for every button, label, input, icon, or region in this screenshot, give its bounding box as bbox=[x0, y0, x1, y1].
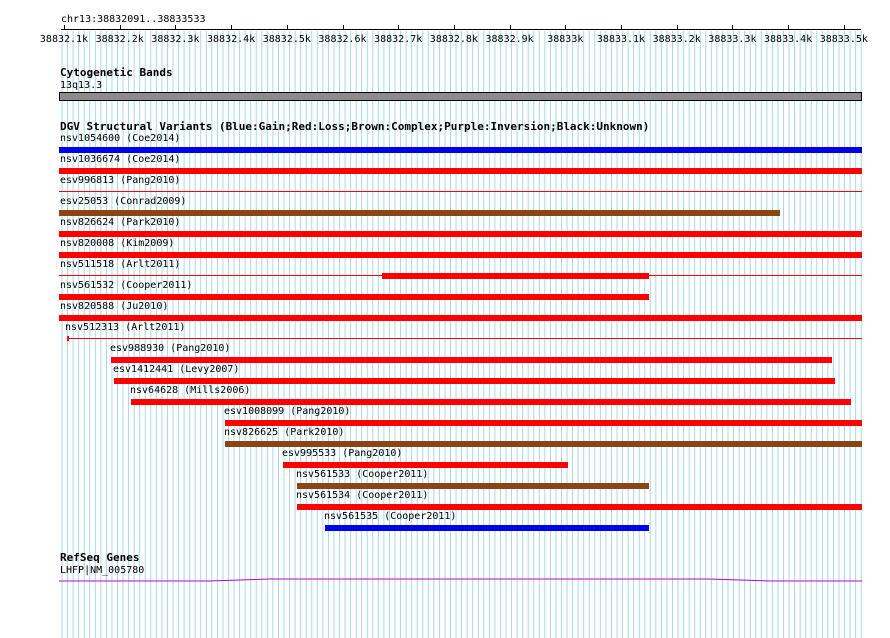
dgv-feature-label[interactable]: nsv512313 (Arlt2011) bbox=[65, 322, 185, 334]
dgv-feature-label[interactable]: esv996813 (Pang2010) bbox=[60, 175, 180, 187]
dgv-feature-label[interactable]: esv25053 (Conrad2009) bbox=[60, 196, 186, 208]
dgv-feature-cap bbox=[67, 336, 69, 341]
ruler-tick-mark bbox=[732, 25, 734, 30]
ruler-tick-label: 38833.5k bbox=[819, 34, 868, 45]
ruler-tick-label: 38833.4k bbox=[764, 34, 813, 45]
dgv-feature-bar[interactable] bbox=[225, 441, 862, 447]
ruler-tick-mark bbox=[342, 25, 344, 30]
dgv-feature-label[interactable]: esv1412441 (Levy2007) bbox=[113, 364, 239, 376]
ruler-tick-mark bbox=[286, 25, 288, 30]
ruler-tick-label: 38832.7k bbox=[374, 34, 423, 45]
dgv-feature-label[interactable]: nsv64628 (Mills2006) bbox=[130, 385, 250, 397]
dgv-feature-bar[interactable] bbox=[59, 315, 862, 321]
ruler-tick-label: 38833.2k bbox=[652, 34, 701, 45]
dgv-feature-label[interactable]: nsv826625 (Park2010) bbox=[224, 427, 344, 439]
dgv-feature-label[interactable]: esv1008099 (Pang2010) bbox=[224, 406, 350, 418]
dgv-feature-bar[interactable] bbox=[283, 462, 568, 468]
dgv-feature-label[interactable]: nsv561534 (Cooper2011) bbox=[296, 490, 428, 502]
dgv-feature-bar[interactable] bbox=[59, 168, 862, 174]
dgv-feature-label[interactable]: nsv561532 (Cooper2011) bbox=[60, 280, 192, 292]
dgv-feature-bar[interactable] bbox=[59, 147, 862, 153]
ruler-tick-label: 38833.1k bbox=[596, 34, 646, 45]
refseq-track-title: RefSeq Genes bbox=[60, 551, 140, 564]
dgv-feature-label[interactable]: nsv561533 (Cooper2011) bbox=[296, 469, 428, 481]
ruler-tick-label: 38832.2k bbox=[95, 34, 144, 45]
dgv-feature-label[interactable]: nsv561535 (Cooper2011) bbox=[324, 511, 456, 523]
dgv-feature-bar[interactable] bbox=[297, 483, 649, 489]
dgv-feature-span-line[interactable] bbox=[67, 338, 862, 339]
dgv-feature-label[interactable]: nsv820008 (Kim2009) bbox=[60, 238, 174, 250]
ruler-tick-label: 38832.6k bbox=[318, 34, 367, 45]
dgv-feature-label[interactable]: esv988930 (Pang2010) bbox=[110, 343, 230, 355]
dgv-feature-label[interactable]: nsv820588 (Ju2010) bbox=[60, 301, 168, 313]
dgv-track-title: DGV Structural Variants (Blue:Gain;Red:L… bbox=[60, 120, 650, 133]
dgv-feature-bar[interactable] bbox=[131, 399, 851, 405]
dgv-feature-label[interactable]: nsv826624 (Park2010) bbox=[60, 217, 180, 229]
ruler-tick-label: 38833k bbox=[547, 34, 584, 45]
cytoband-label: 13q13.3 bbox=[60, 80, 103, 91]
ruler-tick-mark bbox=[119, 25, 121, 30]
ruler-tick-label: 38832.3k bbox=[151, 34, 200, 45]
ruler-tick-label: 38832.5k bbox=[262, 34, 311, 45]
dgv-feature-span-line[interactable] bbox=[59, 191, 862, 192]
ruler-tick-label: 38832.1k bbox=[39, 34, 89, 45]
cytoband-bar[interactable] bbox=[59, 92, 862, 101]
dgv-feature-bar[interactable] bbox=[382, 273, 649, 279]
dgv-feature-bar[interactable] bbox=[59, 231, 862, 237]
ruler-tick-mark bbox=[509, 25, 511, 30]
ruler-tick-mark bbox=[676, 25, 678, 30]
genome-browser-view: chr13:38832091..38833533 38832.1k 38832.2… bbox=[0, 0, 890, 638]
ruler-tick-mark bbox=[398, 25, 400, 30]
dgv-feature-bar[interactable] bbox=[59, 210, 780, 216]
cytoband-track-title: Cytogenetic Bands bbox=[60, 66, 173, 79]
refseq-gene-line[interactable] bbox=[59, 576, 862, 584]
dgv-feature-bar[interactable] bbox=[111, 357, 832, 363]
ruler-tick-mark bbox=[843, 25, 845, 30]
ruler-tick-mark bbox=[231, 25, 233, 30]
dgv-feature-bar[interactable] bbox=[114, 378, 835, 384]
dgv-feature-bar[interactable] bbox=[59, 294, 649, 300]
ruler-tick-mark bbox=[64, 25, 65, 30]
ruler-tick-mark bbox=[621, 25, 622, 30]
ruler-tick-label: 38832.4k bbox=[207, 34, 256, 45]
dgv-feature-label[interactable]: nsv511518 (Arlt2011) bbox=[60, 259, 180, 271]
ruler-tick-label: 38832.8k bbox=[429, 34, 478, 45]
ruler-position-label: chr13:38832091..38833533 bbox=[61, 14, 206, 25]
dgv-feature-bar[interactable] bbox=[297, 504, 862, 510]
ruler-tick-mark bbox=[453, 25, 455, 30]
dgv-feature-bar[interactable] bbox=[59, 252, 862, 258]
ruler-tick-mark bbox=[788, 25, 790, 30]
dgv-feature-bar[interactable] bbox=[225, 420, 862, 426]
ruler-tick-label: 38832.9k bbox=[485, 34, 534, 45]
ruler-axis bbox=[61, 29, 861, 30]
dgv-feature-label[interactable]: nsv1054600 (Coe2014) bbox=[60, 133, 180, 145]
dgv-feature-bar[interactable] bbox=[325, 525, 649, 531]
dgv-feature-label[interactable]: esv995533 (Pang2010) bbox=[282, 448, 402, 460]
ruler-tick-mark bbox=[565, 25, 567, 30]
dgv-feature-label[interactable]: nsv1036674 (Coe2014) bbox=[60, 154, 180, 166]
ruler-tick-label: 38833.3k bbox=[708, 34, 757, 45]
ruler-tick-mark bbox=[175, 25, 177, 30]
